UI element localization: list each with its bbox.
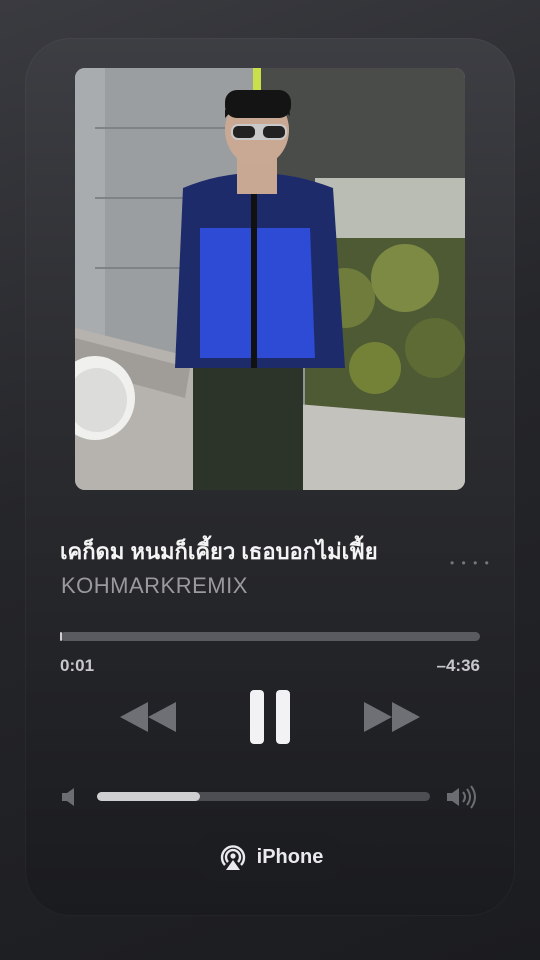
fast-forward-button[interactable] (362, 697, 422, 737)
output-device-label: iPhone (256, 845, 324, 868)
airplay-icon (220, 845, 245, 870)
airplay-output-button[interactable]: iPhone (195, 832, 345, 882)
artwork-photo (75, 68, 465, 490)
ellipsis-icon[interactable]: • • • • (450, 556, 491, 570)
time-elapsed: 0:01 (60, 656, 95, 675)
rewind-button[interactable] (118, 697, 178, 737)
volume-level-fill (97, 792, 201, 801)
album-artwork (75, 68, 465, 490)
speaker-high-icon (445, 784, 481, 810)
pause-icon (250, 690, 290, 744)
playback-progress-fill (60, 632, 62, 641)
pause-button[interactable] (247, 688, 293, 746)
track-artist[interactable]: KOHMARKREMIX (61, 573, 248, 599)
time-remaining: –4:36 (436, 656, 480, 675)
rewind-icon (120, 702, 176, 732)
speaker-low-icon (60, 786, 80, 808)
track-title: เคก็ดม หนมก็เคี้ยว เธอบอกไม่เฟี้ย (60, 539, 378, 564)
fast-forward-icon (364, 702, 420, 732)
volume-slider[interactable] (97, 792, 430, 801)
playback-scrubber[interactable] (60, 632, 480, 641)
